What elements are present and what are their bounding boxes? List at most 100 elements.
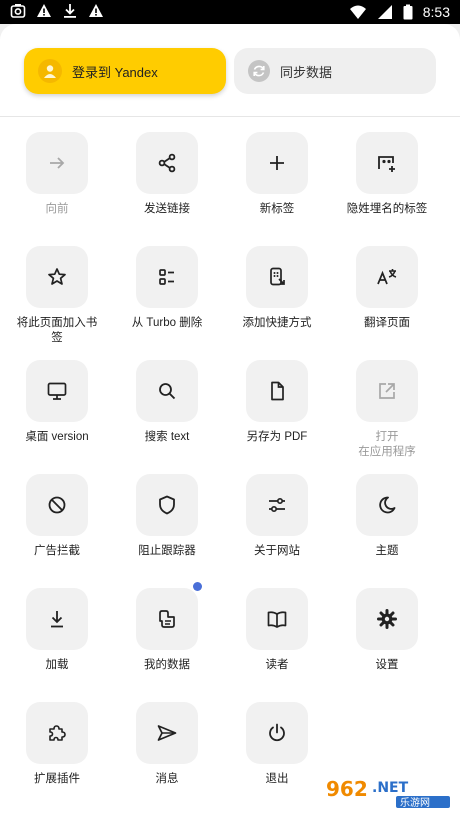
menu-item-theme[interactable]: 主题 bbox=[332, 474, 442, 559]
menu-tile bbox=[136, 246, 198, 308]
power-icon bbox=[269, 723, 285, 742]
menu-tile bbox=[246, 246, 308, 308]
menu-item-ad-block[interactable]: 广告拦截 bbox=[2, 474, 112, 559]
menu-item-site-info[interactable]: 关于网站 bbox=[222, 474, 332, 559]
moon-icon bbox=[379, 496, 396, 514]
menu-tile bbox=[246, 474, 308, 536]
menu-tile bbox=[246, 360, 308, 422]
menu-item-turbo[interactable]: 从 Turbo 删除 bbox=[112, 246, 222, 331]
menu-item-label: 打开 在应用程序 bbox=[358, 431, 416, 458]
menu-item-desktop-version[interactable]: 桌面 version bbox=[2, 360, 112, 445]
menu-item-my-data[interactable]: 我的数据 bbox=[112, 582, 222, 673]
menu-item-incognito-tab[interactable]: 隐姓埋名的标签 bbox=[332, 132, 442, 217]
menu-item-label: 退出 bbox=[265, 773, 289, 785]
menu-tile bbox=[136, 132, 198, 194]
share-icon bbox=[158, 153, 176, 173]
menu-tile bbox=[246, 702, 308, 764]
login-label: 登录到 Yandex bbox=[72, 64, 158, 80]
menu-item-new-tab[interactable]: 新标签 bbox=[222, 132, 332, 217]
menu-item-label: 翻译页面 bbox=[364, 317, 410, 329]
sync-icon bbox=[248, 60, 270, 82]
menu-item-label: 设置 bbox=[375, 659, 399, 671]
menu-item-label: 阻止跟踪器 bbox=[138, 545, 196, 557]
menu-item-exit[interactable]: 退出 bbox=[222, 702, 332, 787]
menu-item-search-text[interactable]: 搜索 text bbox=[112, 360, 222, 445]
turbo-icon bbox=[159, 269, 174, 285]
menu-item-downloads[interactable]: 加载 bbox=[2, 588, 112, 673]
gear-icon bbox=[377, 609, 397, 629]
desktop-icon bbox=[47, 382, 67, 400]
menu-item-label: 桌面 version bbox=[25, 431, 89, 443]
search-icon bbox=[159, 383, 176, 400]
star-icon bbox=[48, 268, 66, 285]
menu-item-send-link[interactable]: 发送链接 bbox=[112, 132, 222, 217]
status-right-icons: 8:53 bbox=[349, 3, 450, 21]
menu-item-add-shortcut[interactable]: 添加快捷方式 bbox=[222, 246, 332, 331]
menu-tile bbox=[26, 588, 88, 650]
new-badge-dot bbox=[193, 582, 202, 591]
login-button[interactable]: 登录到 Yandex bbox=[24, 48, 226, 94]
photo-icon bbox=[10, 4, 26, 18]
menu-item-open-in-app[interactable]: 打开 在应用程序 bbox=[332, 360, 442, 460]
menu-tile bbox=[356, 132, 418, 194]
my-data-icon bbox=[159, 610, 175, 628]
sliders-icon bbox=[269, 497, 285, 513]
sync-button[interactable]: 同步数据 bbox=[234, 48, 436, 94]
menu-tile bbox=[136, 702, 198, 764]
menu-item-bookmark[interactable]: 将此页面加入书 签 bbox=[2, 246, 112, 346]
download-icon bbox=[64, 4, 76, 18]
menu-item-label: 隐姓埋名的标签 bbox=[346, 203, 428, 215]
menu-tile bbox=[26, 246, 88, 308]
signal-icon bbox=[377, 5, 392, 19]
battery-icon bbox=[403, 4, 413, 20]
menu-item-label: 向前 bbox=[45, 203, 69, 215]
user-avatar-icon bbox=[38, 59, 62, 83]
status-time: 8:53 bbox=[422, 4, 450, 20]
menu-item-label: 加载 bbox=[45, 659, 69, 671]
browser-menu-sheet: 登录到 Yandex 同步数据 向前 发送链接 新标签 隐姓埋名的标签 将此页面… bbox=[0, 24, 460, 818]
menu-item-label: 从 Turbo 删除 bbox=[131, 317, 203, 329]
menu-item-messages[interactable]: 消息 bbox=[112, 702, 222, 787]
menu-item-label: 主题 bbox=[375, 545, 399, 557]
menu-item-extensions[interactable]: 扩展插件 bbox=[2, 702, 112, 787]
book-icon bbox=[267, 611, 287, 628]
incognito-tab-icon bbox=[378, 156, 395, 172]
menu-item-label: 将此页面加入书 签 bbox=[16, 317, 98, 344]
puzzle-icon bbox=[49, 725, 66, 741]
svg-text:962: 962 bbox=[326, 777, 368, 801]
forward-arrow-icon bbox=[50, 157, 65, 169]
menu-item-save-pdf[interactable]: 另存为 PDF bbox=[222, 360, 332, 445]
menu-item-label: 搜索 text bbox=[144, 431, 190, 443]
menu-item-reader[interactable]: 读者 bbox=[222, 588, 332, 673]
block-icon bbox=[48, 496, 66, 514]
menu-item-label: 关于网站 bbox=[254, 545, 300, 557]
file-icon bbox=[271, 381, 284, 401]
menu-item-label: 读者 bbox=[265, 659, 289, 671]
menu-item-block-trackers[interactable]: 阻止跟踪器 bbox=[112, 474, 222, 559]
menu-tile bbox=[356, 246, 418, 308]
menu-item-label: 新标签 bbox=[259, 203, 295, 215]
menu-item-translate[interactable]: 翻译页面 bbox=[332, 246, 442, 331]
menu-item-label: 广告拦截 bbox=[34, 545, 80, 557]
menu-tile bbox=[136, 474, 198, 536]
menu-tile bbox=[356, 360, 418, 422]
menu-tile bbox=[136, 582, 202, 650]
menu-item-settings[interactable]: 设置 bbox=[332, 588, 442, 673]
svg-text:乐游网: 乐游网 bbox=[400, 796, 430, 809]
menu-tile bbox=[246, 588, 308, 650]
menu-tile bbox=[26, 702, 88, 764]
header-divider bbox=[0, 116, 460, 117]
warning-icon bbox=[89, 4, 103, 17]
watermark-logo: 962 .NET 乐游网 bbox=[320, 774, 454, 810]
menu-item-forward[interactable]: 向前 bbox=[2, 132, 112, 217]
menu-tile bbox=[26, 132, 88, 194]
status-bar: 8:53 bbox=[0, 0, 460, 24]
menu-item-label: 添加快捷方式 bbox=[242, 317, 312, 329]
menu-tile bbox=[26, 474, 88, 536]
plus-icon bbox=[270, 156, 284, 170]
menu-tile bbox=[356, 474, 418, 536]
menu-item-label: 发送链接 bbox=[144, 203, 190, 215]
menu-item-label: 我的数据 bbox=[144, 659, 190, 671]
menu-tile bbox=[356, 588, 418, 650]
translate-icon bbox=[377, 269, 397, 285]
